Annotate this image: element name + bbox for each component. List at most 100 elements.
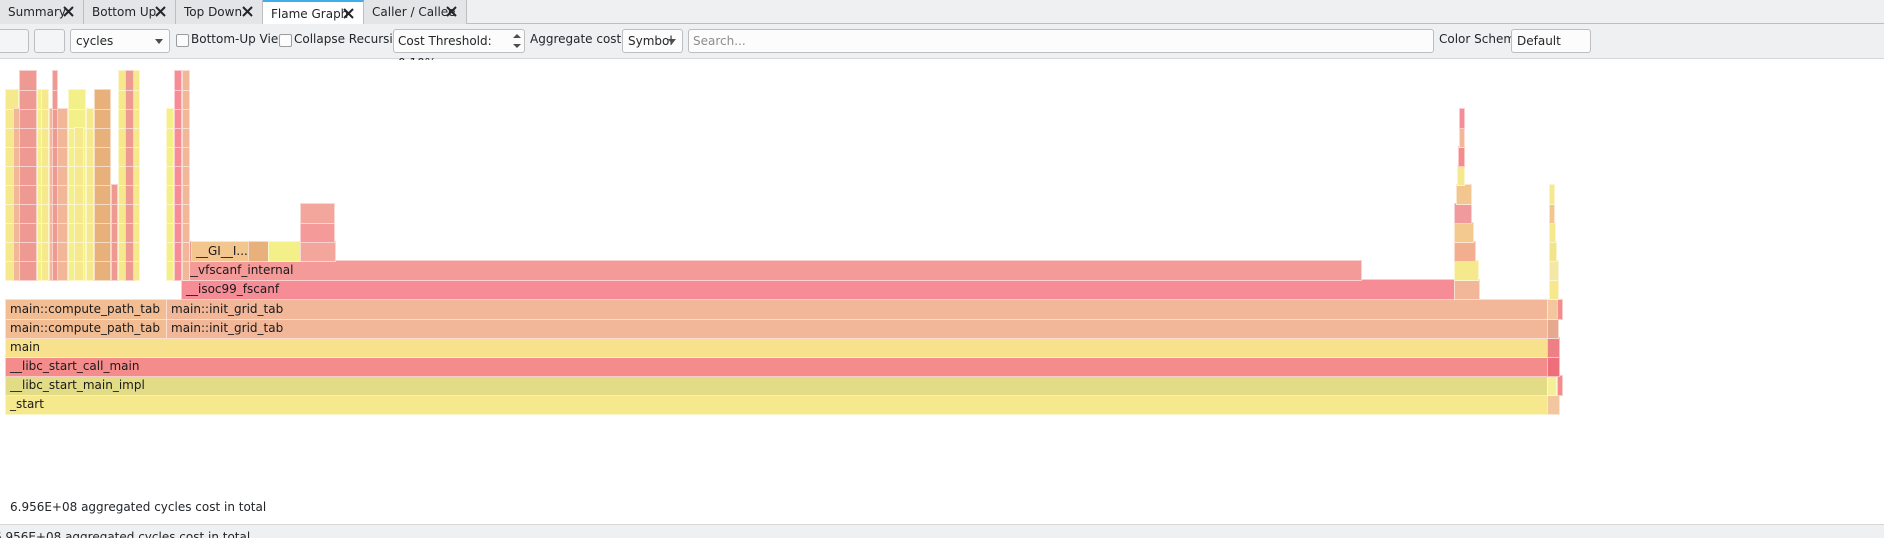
flame-frame[interactable] [94,89,111,110]
close-icon[interactable] [62,5,75,18]
flame-frame[interactable] [182,165,190,186]
flame-frame[interactable] [86,127,94,148]
aggregate-cost-combo[interactable]: Symbol [622,29,683,53]
search-input[interactable]: Search... [688,29,1434,53]
flame-frame[interactable] [111,222,118,243]
flame-frame[interactable] [1557,375,1563,396]
flame-frame[interactable] [125,89,134,110]
flame-frame[interactable] [94,260,111,281]
flame-frame-isoc99-fscanf[interactable]: __isoc99_fscanf [181,279,1455,300]
flame-frame[interactable] [182,203,190,224]
flame-frame[interactable] [86,260,94,281]
flame-frame-init-grid-tab[interactable]: main::init_grid_tab [166,318,1549,339]
flame-frame[interactable] [166,108,174,129]
flame-frame[interactable] [1456,184,1472,205]
flame-frame[interactable] [74,241,84,262]
flame-frame[interactable] [174,222,182,243]
flame-frame[interactable] [1457,165,1465,186]
flame-frame[interactable] [1454,222,1474,243]
flame-frame[interactable] [94,165,111,186]
flame-frame[interactable] [1547,318,1559,339]
flame-frame[interactable] [41,184,49,205]
flame-frame[interactable] [182,222,190,243]
flame-frame-main[interactable]: main [5,337,1553,358]
flame-frame[interactable] [94,108,111,129]
flame-frame[interactable] [111,260,118,281]
flame-frame[interactable] [86,203,94,224]
bottom-up-checkbox[interactable] [176,34,189,47]
flame-frame[interactable] [41,165,49,186]
flame-frame[interactable] [174,89,182,110]
flame-frame[interactable] [174,241,182,262]
flame-frame[interactable] [182,108,190,129]
flame-frame[interactable] [52,241,58,262]
flame-frame[interactable] [300,222,335,243]
flame-frame[interactable] [86,146,94,167]
flame-frame[interactable] [248,241,269,262]
flame-frame[interactable] [19,184,37,205]
flame-frame[interactable] [52,165,58,186]
flame-frame[interactable] [52,222,58,243]
flame-frame[interactable] [1459,108,1465,129]
flame-frame[interactable] [1454,203,1472,224]
flame-frame[interactable] [1549,279,1559,300]
flame-frame[interactable] [1547,337,1560,358]
flame-frame[interactable] [86,241,94,262]
flame-frame[interactable] [1549,203,1555,224]
flame-frame[interactable] [125,241,134,262]
forward-button[interactable] [34,29,65,53]
back-button[interactable] [0,29,29,53]
flame-frame[interactable] [166,184,174,205]
flame-frame[interactable] [125,222,134,243]
flame-frame[interactable] [94,127,111,148]
flame-frame[interactable] [125,260,134,281]
flame-frame[interactable] [74,260,84,281]
flame-frame[interactable] [268,241,301,262]
close-icon[interactable] [241,5,254,18]
flame-frame[interactable] [1454,241,1476,262]
flame-frame[interactable] [1459,127,1465,148]
spin-down-icon[interactable] [513,44,521,48]
flame-frame[interactable] [166,241,174,262]
flame-frame[interactable] [52,108,58,129]
flame-frame[interactable] [1557,299,1563,320]
flame-frame[interactable] [174,146,182,167]
flame-frame[interactable] [19,70,37,91]
flame-frame[interactable] [41,222,49,243]
flame-frame[interactable] [19,241,37,262]
flame-frame[interactable] [41,203,49,224]
flame-frame[interactable] [182,89,190,110]
close-icon[interactable] [445,5,458,18]
flame-frame[interactable] [52,89,58,110]
flame-frame[interactable] [86,108,94,129]
flame-frame[interactable] [125,184,134,205]
flame-frame[interactable] [74,165,84,186]
flame-frame[interactable] [166,146,174,167]
flame-frame[interactable] [125,146,134,167]
flame-frame[interactable] [86,165,94,186]
flame-frame[interactable] [94,184,111,205]
flame-frame[interactable] [74,127,84,148]
flame-frame[interactable] [182,70,190,91]
flame-frame[interactable] [41,260,49,281]
flame-frame[interactable] [94,146,111,167]
flame-frame[interactable] [300,241,336,262]
flame-frame[interactable] [125,127,134,148]
flame-frame[interactable] [41,108,49,129]
flame-frame[interactable] [41,127,49,148]
flame-frame[interactable] [166,222,174,243]
flame-frame[interactable] [1458,146,1465,167]
flame-frame[interactable] [174,203,182,224]
flame-graph-canvas[interactable]: _start __libc_start_main_impl __libc_sta… [0,60,1884,496]
flame-frame[interactable] [52,203,58,224]
flame-frame[interactable] [1549,241,1557,262]
flame-frame[interactable] [166,260,174,281]
flame-frame[interactable] [41,89,49,110]
tab-flame-graph[interactable]: Flame Graph [263,0,364,25]
flame-frame[interactable] [125,165,134,186]
flame-frame[interactable] [74,203,84,224]
flame-frame[interactable] [1547,356,1560,377]
flame-frame[interactable] [19,127,37,148]
flame-frame-libc-start-call-main[interactable]: __libc_start_call_main [5,356,1553,377]
flame-frame[interactable] [19,146,37,167]
